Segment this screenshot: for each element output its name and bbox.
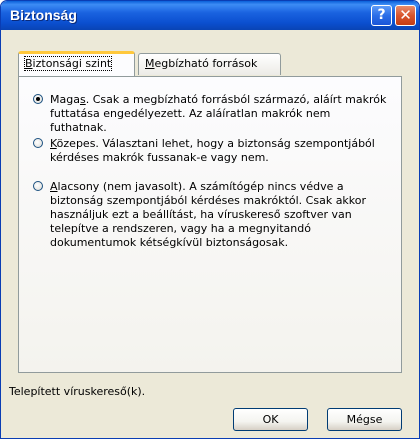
tab-trusted-sources[interactable]: Megbízható források [138,53,281,75]
tab-trusted-sources-label: Megbízható források [145,57,258,70]
question-mark-icon: ? [377,7,386,23]
ok-button[interactable]: OK [233,408,308,431]
close-button[interactable]: ✕ [395,5,416,26]
close-icon: ✕ [399,6,412,24]
window-title: Biztonság [10,7,77,23]
radio-low[interactable] [33,181,43,191]
tab-security-level[interactable]: Biztonsági szint [18,51,135,76]
security-level-panel: Magas. Csak a megbízható forrásból szárm… [18,76,402,373]
radio-high-label[interactable]: Magas. Csak a megbízható forrásból szárm… [50,93,390,135]
security-dialog: Biztonság ? ✕ Biztonsági szint Megbízhat… [0,0,420,439]
radio-low-label[interactable]: Alacsony (nem javasolt). A számítógép ni… [50,180,390,250]
radio-high[interactable] [33,94,43,104]
antivirus-status-label: Telepített víruskereső(k). [9,385,146,398]
cancel-button[interactable]: Mégse [327,408,402,431]
tab-security-level-label: Biztonsági szint [23,56,113,71]
help-button[interactable]: ? [371,5,392,26]
radio-medium-label[interactable]: Közepes. Választani lehet, hogy a bizton… [50,137,390,165]
radio-medium[interactable] [33,138,43,148]
title-bar[interactable]: Biztonság ? ✕ [1,1,419,30]
